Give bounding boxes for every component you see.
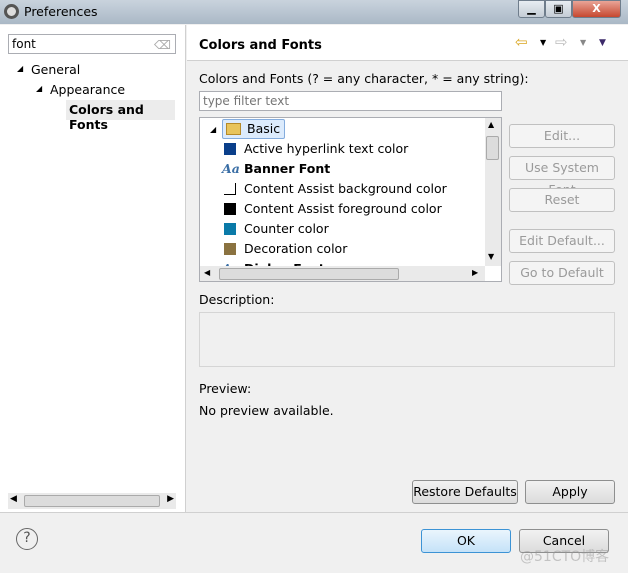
tree-item[interactable]: Content Assist background color: [224, 179, 447, 199]
filter-label: Colors and Fonts (? = any character, * =…: [199, 71, 529, 86]
horizontal-scrollbar[interactable]: ◀ ▶: [8, 493, 176, 509]
vertical-scrollbar[interactable]: ▲ ▼: [485, 118, 501, 266]
scroll-thumb[interactable]: [219, 268, 399, 280]
color-swatch-icon: [224, 223, 236, 235]
window-title: Preferences: [24, 4, 98, 19]
ok-button[interactable]: OK: [421, 529, 511, 553]
scroll-thumb[interactable]: [24, 495, 160, 507]
minimize-button[interactable]: ▁: [518, 0, 545, 18]
scroll-thumb[interactable]: [486, 136, 499, 160]
scroll-left-icon[interactable]: ◀: [10, 494, 17, 504]
preferences-icon: [4, 4, 19, 19]
watermark: @51CTO博客: [520, 549, 610, 565]
tree-item-basic[interactable]: Basic: [222, 119, 286, 139]
colors-fonts-tree: ◢ Basic Active hyperlink text color Aa Ba…: [199, 117, 502, 282]
help-button[interactable]: ?: [16, 528, 38, 550]
font-icon: Aa: [222, 161, 240, 176]
edit-button[interactable]: Edit...: [509, 124, 615, 148]
divider: [0, 512, 628, 513]
description-box: [199, 312, 615, 367]
description-label: Description:: [199, 292, 275, 307]
scroll-right-icon[interactable]: ▶: [472, 268, 478, 277]
scroll-right-icon[interactable]: ▶: [167, 494, 174, 504]
color-swatch-icon: [224, 243, 236, 255]
tree-item[interactable]: Counter color: [224, 219, 329, 239]
tree-item[interactable]: Active hyperlink text color: [224, 139, 409, 159]
page-header: Colors and Fonts ⇦ ▼ ⇨ ▼ ▼: [187, 25, 628, 61]
tree-item-general[interactable]: General: [31, 62, 80, 77]
tree-root-label: Basic: [247, 121, 281, 136]
filter-input[interactable]: [199, 91, 502, 111]
search-value: font: [12, 37, 36, 51]
expand-icon[interactable]: ◢: [36, 84, 42, 93]
color-swatch-icon: [224, 143, 236, 155]
apply-button[interactable]: Apply: [525, 480, 615, 504]
color-swatch-icon: [224, 183, 236, 195]
tree-item[interactable]: Content Assist foreground color: [224, 199, 442, 219]
item-label: Content Assist foreground color: [244, 201, 442, 216]
scroll-down-icon[interactable]: ▼: [488, 252, 494, 261]
forward-arrow-icon[interactable]: ⇨: [555, 33, 568, 51]
go-to-default-button[interactable]: Go to Default: [509, 261, 615, 285]
back-arrow-icon[interactable]: ⇦: [515, 33, 528, 51]
item-label: Counter color: [244, 221, 329, 236]
edit-default-button[interactable]: Edit Default...: [509, 229, 615, 253]
item-label: Banner Font: [244, 161, 331, 176]
maximize-button[interactable]: ▣: [545, 0, 572, 18]
clear-icon[interactable]: ⌫: [154, 38, 171, 52]
tree-item-colors-and-fonts[interactable]: Colors and Fonts: [66, 100, 175, 132]
tree-item[interactable]: Decoration color: [224, 239, 348, 259]
tree-item[interactable]: Aa Banner Font: [222, 159, 331, 179]
horizontal-scrollbar[interactable]: ◀ ▶: [200, 266, 485, 281]
expand-icon[interactable]: ◢: [17, 64, 23, 73]
folder-icon: [226, 123, 241, 135]
close-button[interactable]: X: [572, 0, 621, 18]
reset-button[interactable]: Reset: [509, 188, 615, 212]
back-menu-icon[interactable]: ▼: [540, 38, 546, 47]
page-title: Colors and Fonts: [199, 38, 322, 53]
use-system-font-button[interactable]: Use System Font: [509, 156, 615, 197]
item-label: Decoration color: [244, 241, 348, 256]
preview-text: No preview available.: [199, 403, 334, 418]
restore-defaults-button[interactable]: Restore Defaults: [412, 480, 518, 504]
color-swatch-icon: [224, 203, 236, 215]
scroll-left-icon[interactable]: ◀: [204, 268, 210, 277]
view-menu-icon[interactable]: ▼: [599, 38, 606, 48]
item-label: Content Assist background color: [244, 181, 447, 196]
tree-item-appearance[interactable]: Appearance: [50, 82, 125, 97]
expand-icon[interactable]: ◢: [210, 125, 216, 134]
preview-label: Preview:: [199, 381, 252, 396]
forward-menu-icon[interactable]: ▼: [580, 38, 586, 47]
item-label: Active hyperlink text color: [244, 141, 409, 156]
scroll-up-icon[interactable]: ▲: [488, 120, 494, 129]
title-bar: Preferences ▁ ▣ X: [0, 0, 628, 24]
preference-tree-panel: font ⌫ ◢ General ◢ Appearance Colors and…: [0, 25, 186, 512]
search-input[interactable]: font ⌫: [8, 34, 176, 54]
